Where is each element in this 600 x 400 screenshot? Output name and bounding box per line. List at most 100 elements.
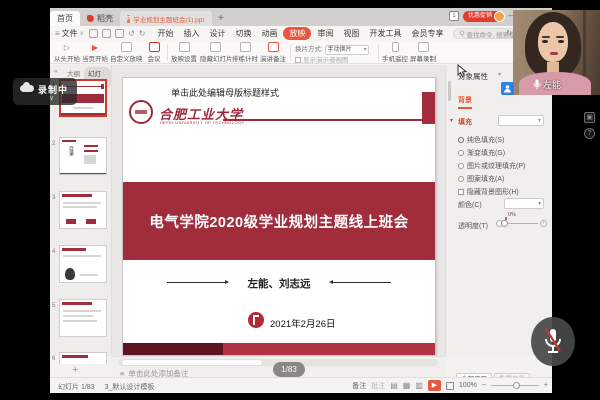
checkbox-icon[interactable] [458, 189, 464, 195]
slide-counter: 幻灯片 1/83 [58, 382, 95, 392]
ribbon-tab-devtools[interactable]: 开发工具 [365, 27, 405, 40]
presenter-view-option[interactable]: 显示演示者视图 [295, 54, 349, 64]
show-settings-button[interactable]: 放映设置 [170, 42, 198, 63]
save-icon[interactable] [89, 29, 98, 38]
slide-thumbnail-panel: « 大纲 幻灯片 1 2 目录 3 [50, 65, 112, 356]
cartoon-figure [65, 268, 75, 280]
option-pattern-fill[interactable]: 图案填充(A) [458, 174, 504, 184]
screen-record-button[interactable]: 屏幕录制 [410, 42, 436, 63]
slide-thumbnail-6[interactable] [59, 352, 107, 364]
slide[interactable]: 单击此处编辑母版标题样式 合肥工业大学 HEFEI UNIVERSITY OF … [122, 77, 436, 356]
redo-icon[interactable]: ↻ [139, 29, 146, 38]
play-from-start-button[interactable]: ▷从头开始 [54, 42, 80, 63]
radio-icon[interactable] [458, 163, 464, 169]
fill-type-dropdown[interactable] [498, 115, 544, 126]
section-expand-icon[interactable]: ▾ [450, 117, 453, 124]
slideshow-play-button[interactable]: ▶ [428, 380, 441, 391]
chevron-down-icon[interactable]: ▾ [498, 71, 501, 78]
notes-toggle[interactable]: 备注 [352, 381, 366, 391]
zoom-slider[interactable] [491, 385, 539, 386]
webcam-video[interactable]: 左能 [513, 10, 600, 95]
slide-thumbnail-5[interactable] [59, 299, 107, 337]
meeting-button[interactable]: 会议 [144, 42, 164, 63]
color-dropdown[interactable] [504, 198, 544, 209]
person-eye [558, 40, 564, 43]
play-from-current-button[interactable]: ▶当页开始 [82, 42, 108, 63]
radio-icon[interactable] [458, 150, 464, 156]
zoom-slider-handle[interactable] [513, 382, 520, 389]
option-hide-background[interactable]: 隐藏背景图形(H) [458, 187, 519, 197]
preview-icon[interactable] [115, 29, 124, 38]
custom-show-button[interactable]: 自定义放映 [110, 42, 142, 63]
ribbon-tab-insert[interactable]: 插入 [179, 27, 203, 40]
normal-view-icon[interactable]: ▤ [390, 381, 398, 390]
scrollbar-thumb[interactable] [122, 360, 262, 365]
zoom-out-button[interactable]: − [482, 382, 486, 389]
reading-view-icon[interactable]: ▥ [415, 381, 423, 390]
screen: 首页 稻壳 P 学业规划主题班会(1).ppt + 1 优惠促销 — □ ✕ ≡… [0, 0, 600, 400]
ribbon-tab-transition[interactable]: 切换 [231, 27, 255, 40]
phone-remote-button[interactable]: 手机遥控 [382, 42, 408, 63]
member-badge[interactable] [501, 82, 514, 95]
slide-thumbnail-4[interactable] [59, 245, 107, 283]
print-icon[interactable] [102, 29, 111, 38]
rehearse-timing-icon [240, 42, 251, 52]
radio-icon[interactable] [458, 137, 464, 143]
recording-indicator[interactable]: 录制中 ∨ [13, 78, 77, 105]
ribbon-tab-view[interactable]: 视图 [339, 27, 363, 40]
slider-plus-icon[interactable]: + [540, 220, 547, 227]
slider-handle[interactable] [501, 220, 508, 227]
float-help-icon[interactable]: ? [584, 128, 595, 139]
option-gradient-fill[interactable]: 渐变填充(G) [458, 148, 505, 158]
sync-icon[interactable]: ↻ [506, 29, 512, 37]
option-solid-fill[interactable]: 纯色填充(S) [458, 135, 504, 145]
slide-sorter-icon[interactable]: ▦ [403, 381, 411, 390]
ribbon-tab-design[interactable]: 设计 [205, 27, 229, 40]
tab-docer[interactable]: 稻壳 [80, 11, 120, 26]
tab-docer-label: 稻壳 [97, 13, 113, 24]
ribbon-tab-start[interactable]: 开始 [153, 27, 177, 40]
ribbon-tab-slideshow[interactable]: 放映 [283, 27, 311, 40]
mouse-cursor [457, 64, 467, 83]
slide-thumbnail-3[interactable] [59, 191, 107, 229]
panel-collapse-icon[interactable]: « [54, 68, 58, 75]
ribbon-tab-review[interactable]: 审阅 [313, 27, 337, 40]
opacity-label: 透明度(T) [458, 221, 488, 231]
slide-thumbnail-2[interactable]: 目录 [59, 137, 107, 175]
title-banner[interactable]: 电气学院2020级学业规划主题线上班会 [123, 182, 435, 260]
opacity-slider[interactable] [504, 223, 538, 224]
tab-home[interactable]: 首页 [50, 11, 80, 26]
window-switch-icon[interactable]: 1 [449, 11, 459, 21]
mute-mic-button[interactable] [531, 317, 575, 366]
undo-icon[interactable]: ↺ [128, 29, 135, 38]
add-slide-button[interactable]: + [72, 364, 78, 376]
new-tab-button[interactable]: + [212, 11, 230, 26]
opacity-value: 0% [508, 212, 516, 218]
file-menu[interactable]: ≡ 文件 ∨ [50, 28, 89, 39]
promo-badge[interactable]: 优惠促销 [463, 11, 502, 22]
ribbon-tab-member[interactable]: 会员专享 [407, 27, 447, 40]
person-face [538, 22, 568, 62]
float-panels-icon[interactable]: ▣ [584, 112, 595, 123]
comments-toggle[interactable]: 批注 [371, 381, 385, 391]
master-title-placeholder[interactable]: 单击此处编辑母版标题样式 [171, 86, 279, 99]
tab-document[interactable]: P 学业规划主题班会(1).ppt [120, 11, 212, 26]
mic-muted-icon [542, 327, 564, 357]
outline-tab[interactable]: 大纲 [67, 68, 80, 78]
user-avatar[interactable] [494, 11, 505, 22]
background-tab[interactable]: 背景 [458, 95, 472, 109]
speaker-notes-button[interactable]: 演讲备注 [260, 42, 286, 63]
panel-scrollbar[interactable] [448, 81, 451, 101]
option-picture-fill[interactable]: 图片或纹理填充(P) [458, 161, 525, 171]
fit-window-icon[interactable] [446, 382, 454, 390]
radio-icon[interactable] [458, 176, 464, 182]
hide-slide-button[interactable]: 隐藏幻灯片 [200, 42, 230, 63]
zoom-value[interactable]: 100% [459, 382, 477, 389]
rehearse-timing-button[interactable]: 排练计时 [232, 42, 258, 63]
play-filled-icon: ▶ [82, 42, 108, 53]
presenter-view-checkbox[interactable] [295, 57, 301, 63]
chevron-down-icon[interactable]: ∨ [49, 94, 54, 102]
ribbon-tab-animation[interactable]: 动画 [257, 27, 281, 40]
zoom-in-button[interactable]: + [544, 382, 548, 389]
decor-line-right [333, 282, 391, 283]
